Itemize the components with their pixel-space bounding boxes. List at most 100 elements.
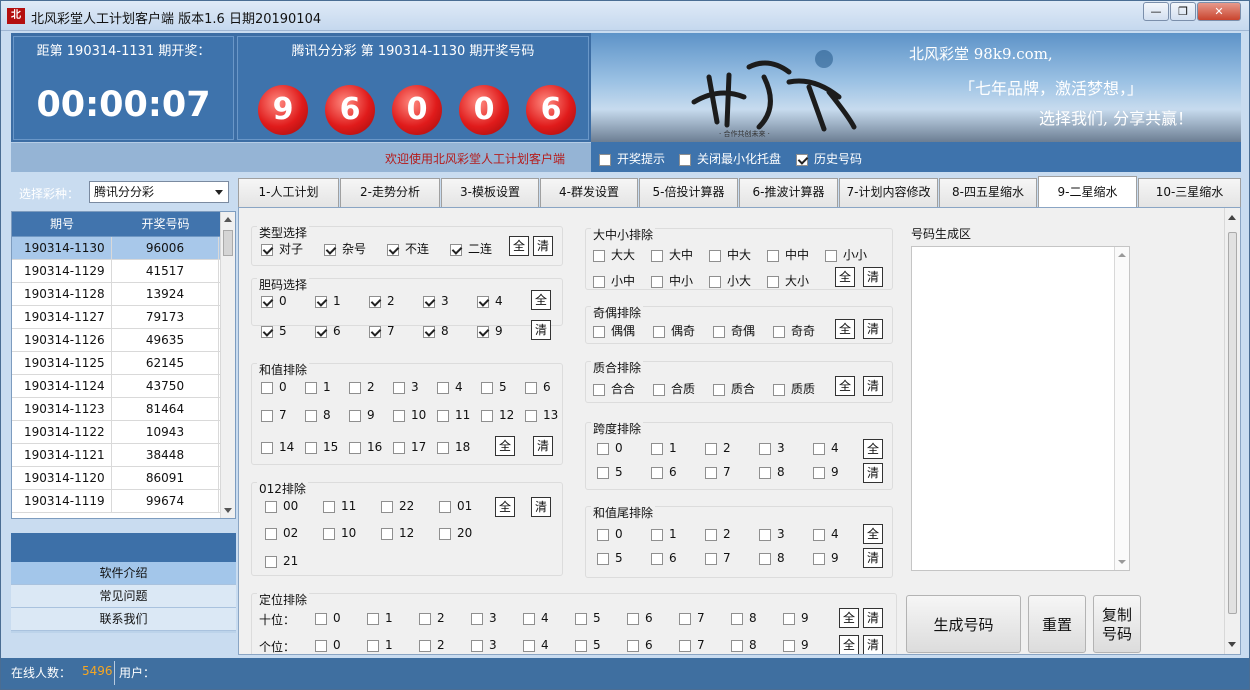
checkbox[interactable] xyxy=(679,612,691,625)
table-row[interactable]: 190314-1126 49635 xyxy=(12,329,235,352)
filter-checkbox[interactable]: 9 xyxy=(349,408,375,422)
checkbox[interactable] xyxy=(305,441,317,454)
checkbox[interactable] xyxy=(381,500,393,513)
history-table[interactable]: 期号 开奖号码 190314-1130 96006 190314-1129 41517… xyxy=(11,211,236,519)
checkbox[interactable] xyxy=(651,528,663,541)
filter-checkbox[interactable]: 4 xyxy=(523,611,549,625)
checkbox[interactable] xyxy=(597,442,609,455)
checkbox[interactable] xyxy=(759,442,771,455)
scroll-thumb[interactable] xyxy=(223,230,233,256)
option-draw-alert[interactable]: 开奖提示 xyxy=(599,150,665,167)
checkbox[interactable] xyxy=(813,552,825,565)
filter-checkbox[interactable]: 12 xyxy=(481,408,514,422)
checkbox[interactable] xyxy=(369,295,381,308)
filter-checkbox[interactable]: 大小 xyxy=(767,272,809,289)
checkbox[interactable] xyxy=(679,153,691,166)
option-tray-minimize[interactable]: 关闭最小化托盘 xyxy=(679,150,781,167)
clear-button[interactable]: 清 xyxy=(863,608,883,628)
checkbox[interactable] xyxy=(523,639,535,652)
checkbox[interactable] xyxy=(369,325,381,338)
filter-checkbox[interactable]: 偶奇 xyxy=(653,322,695,339)
filter-checkbox[interactable]: 1 xyxy=(367,611,393,625)
filter-checkbox[interactable]: 5 xyxy=(597,551,623,565)
checkbox[interactable] xyxy=(349,381,361,394)
checkbox[interactable] xyxy=(261,243,273,256)
scroll-down-icon[interactable] xyxy=(1228,642,1236,647)
checkbox[interactable] xyxy=(381,527,393,540)
tab-2[interactable]: 2-走势分析 xyxy=(340,178,440,207)
filter-checkbox[interactable]: 8 xyxy=(731,611,757,625)
generate-button[interactable]: 生成号码 xyxy=(906,595,1021,653)
filter-checkbox[interactable]: 8 xyxy=(759,551,785,565)
checkbox[interactable] xyxy=(651,442,663,455)
filter-checkbox[interactable]: 大大 xyxy=(593,246,635,263)
filter-checkbox[interactable]: 01 xyxy=(439,499,472,513)
filter-checkbox[interactable]: 6 xyxy=(315,324,341,338)
checkbox[interactable] xyxy=(393,409,405,422)
filter-checkbox[interactable]: 5 xyxy=(597,465,623,479)
filter-checkbox[interactable]: 0 xyxy=(261,294,287,308)
filter-checkbox[interactable]: 4 xyxy=(437,380,463,394)
filter-checkbox[interactable]: 6 xyxy=(627,611,653,625)
close-button[interactable]: ✕ xyxy=(1197,2,1241,21)
select-all-button[interactable]: 全 xyxy=(835,319,855,339)
filter-checkbox[interactable]: 3 xyxy=(471,638,497,652)
checkbox[interactable] xyxy=(367,612,379,625)
output-textarea[interactable] xyxy=(911,246,1130,571)
table-row[interactable]: 190314-1124 43750 xyxy=(12,375,235,398)
filter-checkbox[interactable]: 4 xyxy=(813,441,839,455)
clear-button[interactable]: 清 xyxy=(863,267,883,287)
filter-checkbox[interactable]: 15 xyxy=(305,440,338,454)
filter-checkbox[interactable]: 中大 xyxy=(709,246,751,263)
checkbox[interactable] xyxy=(323,500,335,513)
checkbox[interactable] xyxy=(439,500,451,513)
filter-checkbox[interactable]: 20 xyxy=(439,526,472,540)
checkbox[interactable] xyxy=(627,612,639,625)
filter-checkbox[interactable]: 奇偶 xyxy=(713,322,755,339)
checkbox[interactable] xyxy=(261,381,273,394)
filter-checkbox[interactable]: 2 xyxy=(419,638,445,652)
filter-checkbox[interactable]: 3 xyxy=(759,441,785,455)
filter-checkbox[interactable]: 2 xyxy=(705,527,731,541)
checkbox[interactable] xyxy=(796,153,808,166)
scroll-up-icon[interactable] xyxy=(1118,253,1126,257)
filter-checkbox[interactable]: 4 xyxy=(523,638,549,652)
checkbox[interactable] xyxy=(481,381,493,394)
checkbox[interactable] xyxy=(759,552,771,565)
clear-button[interactable]: 清 xyxy=(533,436,553,456)
checkbox[interactable] xyxy=(759,466,771,479)
scroll-down-icon[interactable] xyxy=(1118,560,1126,564)
checkbox[interactable] xyxy=(437,381,449,394)
checkbox[interactable] xyxy=(261,409,273,422)
tab-8[interactable]: 8-四五星缩水 xyxy=(939,178,1037,207)
checkbox[interactable] xyxy=(813,466,825,479)
table-row[interactable]: 190314-1127 79173 xyxy=(12,306,235,329)
table-row[interactable]: 190314-1122 10943 xyxy=(12,421,235,444)
lottery-select[interactable]: 腾讯分分彩 xyxy=(89,181,229,203)
checkbox[interactable] xyxy=(651,275,663,288)
checkbox[interactable] xyxy=(597,528,609,541)
checkbox[interactable] xyxy=(575,639,587,652)
checkbox[interactable] xyxy=(471,639,483,652)
checkbox[interactable] xyxy=(731,612,743,625)
filter-checkbox[interactable]: 大中 xyxy=(651,246,693,263)
checkbox[interactable] xyxy=(305,381,317,394)
select-all-button[interactable]: 全 xyxy=(835,376,855,396)
filter-checkbox[interactable]: 10 xyxy=(323,526,356,540)
select-all-button[interactable]: 全 xyxy=(835,267,855,287)
checkbox[interactable] xyxy=(265,500,277,513)
clear-button[interactable]: 清 xyxy=(863,319,883,339)
filter-checkbox[interactable]: 22 xyxy=(381,499,414,513)
filter-checkbox[interactable]: 0 xyxy=(315,611,341,625)
option-history[interactable]: 历史号码 xyxy=(796,150,862,167)
checkbox[interactable] xyxy=(783,639,795,652)
checkbox[interactable] xyxy=(679,639,691,652)
select-all-button[interactable]: 全 xyxy=(509,236,529,256)
filter-checkbox[interactable]: 小中 xyxy=(593,272,635,289)
filter-checkbox[interactable]: 7 xyxy=(369,324,395,338)
checkbox[interactable] xyxy=(705,528,717,541)
checkbox[interactable] xyxy=(593,383,605,396)
checkbox[interactable] xyxy=(759,528,771,541)
checkbox[interactable] xyxy=(767,275,779,288)
filter-checkbox[interactable]: 11 xyxy=(437,408,470,422)
